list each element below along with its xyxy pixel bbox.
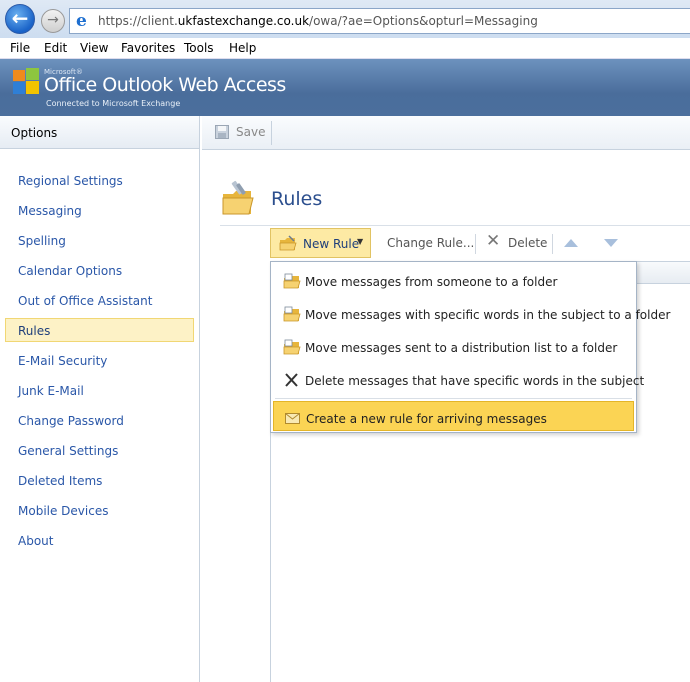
page-title: Rules — [271, 188, 323, 210]
rules-folder-icon — [222, 180, 254, 215]
menu-edit[interactable]: Edit — [44, 41, 67, 55]
nav-change-password[interactable]: Change Password — [5, 409, 194, 433]
save-button[interactable]: Save — [210, 121, 273, 145]
menu-separator — [275, 398, 632, 399]
menu-help[interactable]: Help — [229, 41, 256, 55]
menu-view[interactable]: View — [80, 41, 108, 55]
nav-spelling[interactable]: Spelling — [5, 229, 194, 253]
move-to-folder-icon — [283, 339, 301, 355]
nav-mobile-devices[interactable]: Mobile Devices — [5, 499, 194, 523]
office-logo-icon — [13, 68, 39, 94]
nav-about[interactable]: About — [5, 529, 194, 553]
menu-favorites[interactable]: Favorites — [121, 41, 175, 55]
menu-item-label: Create a new rule for arriving messages — [306, 412, 547, 426]
menu-item-move-distribution-list[interactable]: Move messages sent to a distribution lis… — [273, 331, 634, 361]
move-up-icon[interactable] — [564, 239, 578, 247]
new-rule-button[interactable]: New Rule ▼ — [270, 228, 371, 258]
nav-calendar-options[interactable]: Calendar Options — [5, 259, 194, 283]
back-button[interactable]: ← — [5, 4, 35, 34]
new-rule-menu: Move messages from someone to a folder M… — [270, 261, 670, 433]
nav-rules[interactable]: Rules — [5, 318, 194, 342]
browser-menu-bar: File Edit View Favorites Tools Help — [0, 38, 690, 59]
menu-item-label: Move messages sent to a distribution lis… — [305, 341, 618, 355]
logo-title: Office Outlook Web Access — [44, 74, 286, 96]
menu-item-move-from-someone[interactable]: Move messages from someone to a folder — [273, 265, 634, 295]
menu-item-label: Move messages from someone to a folder — [305, 275, 558, 289]
url-text: https://client.ukfastexchange.co.uk/owa/… — [98, 14, 538, 28]
url-field[interactable]: e https://client.ukfastexchange.co.uk/ow… — [69, 8, 690, 34]
dropdown-arrow-icon: ▼ — [357, 237, 364, 246]
new-rule-label: New Rule — [303, 237, 360, 251]
title-divider — [220, 225, 690, 226]
owa-header: Microsoft® Office Outlook Web Access Con… — [0, 59, 690, 116]
nav-regional-settings[interactable]: Regional Settings — [5, 169, 194, 193]
options-title: Options — [0, 116, 199, 149]
save-icon — [215, 125, 229, 139]
options-nav-pane: Options Regional Settings Messaging Spel… — [0, 116, 200, 682]
rules-toolbar: New Rule ▼ Change Rule... ✕ Delete — [270, 228, 690, 258]
nav-email-security[interactable]: E-Mail Security — [5, 349, 194, 373]
envelope-icon — [285, 413, 300, 424]
logo-subtitle: Connected to Microsoft Exchange — [46, 99, 181, 108]
delete-icon[interactable]: ✕ — [486, 231, 500, 251]
nav-out-of-office[interactable]: Out of Office Assistant — [5, 289, 194, 313]
delete-button[interactable]: Delete — [508, 236, 547, 250]
move-to-folder-icon — [283, 273, 301, 289]
menu-item-create-new-rule[interactable]: Create a new rule for arriving messages — [273, 401, 634, 431]
menu-item-label: Move messages with specific words in the… — [305, 308, 671, 322]
new-rule-folder-icon — [279, 235, 297, 251]
change-rule-button[interactable]: Change Rule... — [387, 236, 474, 250]
move-to-folder-icon — [283, 306, 301, 322]
forward-button[interactable]: → — [41, 9, 65, 33]
nav-messaging[interactable]: Messaging — [5, 199, 194, 223]
nav-general-settings[interactable]: General Settings — [5, 439, 194, 463]
ie-page-icon: e — [76, 11, 87, 31]
delete-icon — [285, 373, 298, 387]
menu-tools[interactable]: Tools — [184, 41, 214, 55]
menu-file[interactable]: File — [10, 41, 30, 55]
nav-junk-email[interactable]: Junk E-Mail — [5, 379, 194, 403]
menu-item-label: Delete messages that have specific words… — [305, 374, 645, 388]
nav-deleted-items[interactable]: Deleted Items — [5, 469, 194, 493]
save-label: Save — [236, 125, 266, 139]
menu-item-delete-with-words[interactable]: Delete messages that have specific words… — [273, 364, 644, 394]
browser-address-bar: ← → e https://client.ukfastexchange.co.u… — [0, 0, 690, 38]
move-down-icon[interactable] — [604, 239, 618, 247]
menu-item-move-with-words[interactable]: Move messages with specific words in the… — [273, 298, 670, 328]
options-toolbar: Save — [202, 116, 690, 150]
toolbar-separator — [552, 234, 553, 254]
toolbar-separator — [475, 234, 476, 254]
